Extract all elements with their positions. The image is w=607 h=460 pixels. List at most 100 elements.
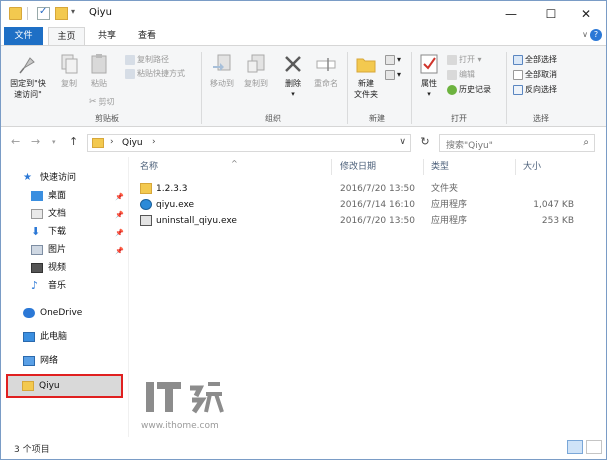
refresh-icon[interactable]: ↻ [414, 135, 436, 151]
nav-item-videos[interactable]: 视频 [31, 261, 66, 275]
large-icons-view-button[interactable] [586, 440, 602, 454]
breadcrumb-qiyu[interactable]: Qiyu [122, 138, 143, 148]
new-folder-quick-icon[interactable] [55, 7, 68, 20]
pin-icon[interactable]: 📌 [115, 229, 124, 237]
nav-item-onedrive[interactable]: OneDrive [23, 306, 82, 320]
copy-button[interactable]: 复制 [55, 52, 83, 89]
rename-label: 重命名 [314, 79, 338, 88]
pin-icon[interactable]: 📌 [115, 193, 124, 201]
properties-quick-icon[interactable] [37, 6, 50, 20]
paste-label: 粘贴 [91, 79, 107, 88]
easy-access-button[interactable]: ▾ [385, 69, 401, 81]
tab-view[interactable]: 查看 [129, 27, 165, 45]
invert-selection-button[interactable]: 反向选择 [513, 84, 557, 96]
new-folder-button[interactable]: 新建 文件夹 [349, 52, 383, 100]
explorer-window: ▾ Qiyu — ☐ ✕ 文件 主页 共享 查看 ∨ ? 固定到"快 速访问" … [0, 0, 607, 460]
nav-item-label: 网络 [40, 356, 59, 366]
address-bar[interactable]: › Qiyu › ∨ [87, 134, 411, 152]
sort-ascending-icon: ^ [231, 159, 238, 168]
nav-item-desktop[interactable]: 桌面 [31, 189, 66, 203]
column-header-type[interactable]: 类型 [425, 157, 515, 177]
delete-dropdown-icon[interactable]: ▾ [279, 89, 307, 100]
nav-item-this-pc[interactable]: 此电脑 [23, 330, 67, 344]
column-divider[interactable] [331, 159, 332, 175]
ribbon-expand-icon[interactable]: ∨ [582, 30, 588, 39]
paste-button[interactable]: 粘贴 [85, 52, 113, 89]
forward-arrow-icon[interactable]: → [31, 135, 40, 148]
paste-shortcut-button[interactable]: 粘贴快捷方式 [125, 68, 185, 80]
ribbon-separator [506, 52, 507, 124]
help-icon[interactable]: ? [590, 29, 602, 41]
select-none-button[interactable]: 全部取消 [513, 69, 557, 81]
column-header-name[interactable]: 名称 ^ [134, 157, 334, 177]
pin-icon[interactable]: 📌 [115, 211, 124, 219]
details-view-button[interactable] [567, 440, 583, 454]
breadcrumb-chevron-icon[interactable]: › [110, 137, 114, 147]
invert-selection-label: 反向选择 [525, 85, 557, 94]
address-dropdown-icon[interactable]: ∨ [399, 137, 406, 147]
item-count: 3 个项目 [14, 445, 50, 455]
tab-home[interactable]: 主页 [48, 27, 85, 45]
table-row[interactable]: 1.2.3.3 2016/7/20 13:50 文件夹 [134, 181, 594, 197]
scissors-icon: ✂ [89, 97, 97, 107]
cut-button[interactable]: ✂ 剪切 [89, 96, 115, 108]
select-none-icon [513, 69, 523, 80]
close-button[interactable]: ✕ [566, 1, 606, 27]
size-cell [512, 181, 574, 197]
minimize-button[interactable]: — [491, 1, 531, 27]
window-title: Qiyu [89, 7, 112, 18]
pictures-icon [31, 244, 43, 255]
nav-item-label: Qiyu [39, 381, 60, 391]
column-divider[interactable] [515, 159, 516, 175]
new-item-button[interactable]: ▾ [385, 54, 401, 66]
table-row[interactable]: qiyu.exe 2016/7/14 16:10 应用程序 1,047 KB [134, 197, 594, 213]
select-all-button[interactable]: 全部选择 [513, 54, 557, 66]
copy-to-button[interactable]: 复制到 [239, 52, 273, 89]
column-divider[interactable] [423, 159, 424, 175]
nav-item-documents[interactable]: 文档 [31, 207, 66, 221]
file-name-cell: uninstall_qiyu.exe [140, 213, 237, 229]
network-icon [23, 355, 35, 366]
edit-button[interactable]: 编辑 [447, 69, 475, 81]
copy-path-button[interactable]: 复制路径 [125, 54, 169, 66]
up-arrow-icon[interactable]: ↑ [69, 135, 78, 148]
nav-item-qiyu[interactable]: Qiyu [6, 374, 123, 398]
modified-cell: 2016/7/14 16:10 [340, 200, 415, 210]
search-input[interactable]: 搜索"Qiyu" [446, 138, 493, 151]
tab-file[interactable]: 文件 [4, 27, 43, 45]
nav-item-downloads[interactable]: ⬇ 下载 [31, 225, 66, 239]
pin-icon[interactable]: 📌 [115, 247, 124, 255]
quick-access-dropdown-icon[interactable]: ▾ [71, 7, 75, 16]
ithome-logo [146, 382, 224, 414]
pin-quick-access-button[interactable]: 固定到"快 速访问" [5, 52, 51, 100]
nav-item-pictures[interactable]: 图片 [31, 243, 66, 257]
uninstall-app-icon [140, 215, 152, 226]
nav-item-quick-access[interactable]: ★ 快速访问 [23, 171, 76, 185]
rename-button[interactable]: 重命名 [309, 52, 343, 89]
music-icon: ♪ [31, 278, 39, 292]
table-row[interactable]: uninstall_qiyu.exe 2016/7/20 13:50 应用程序 … [134, 213, 594, 229]
search-icon[interactable]: ⌕ [583, 137, 589, 148]
delete-button[interactable]: 删除 ▾ [279, 52, 307, 100]
tab-share[interactable]: 共享 [89, 27, 125, 45]
move-to-label: 移动到 [210, 79, 234, 88]
cloud-icon [23, 307, 35, 318]
column-header-modified[interactable]: 修改日期 [334, 157, 424, 177]
back-arrow-icon[interactable]: ← [11, 135, 20, 148]
select-none-label: 全部取消 [525, 70, 557, 79]
search-box[interactable]: 搜索"Qiyu" ⌕ [439, 134, 595, 152]
history-button[interactable]: 历史记录 [447, 84, 491, 96]
column-header-size[interactable]: 大小 [517, 157, 597, 177]
breadcrumb-chevron-icon[interactable]: › [152, 137, 156, 147]
nav-item-network[interactable]: 网络 [23, 354, 58, 368]
recent-locations-icon[interactable]: ▾ [52, 138, 56, 146]
properties-dropdown-icon[interactable]: ▾ [415, 89, 443, 100]
new-folder-icon [356, 58, 376, 73]
nav-item-music[interactable]: ♪ 音乐 [31, 279, 66, 293]
new-group-label: 新建 [369, 114, 385, 123]
move-to-button[interactable]: 移动到 [205, 52, 239, 89]
pane-divider[interactable] [128, 157, 129, 437]
properties-button[interactable]: 属性 ▾ [415, 52, 443, 100]
maximize-button[interactable]: ☐ [531, 1, 571, 27]
open-button[interactable]: 打开 ▾ [447, 54, 482, 66]
